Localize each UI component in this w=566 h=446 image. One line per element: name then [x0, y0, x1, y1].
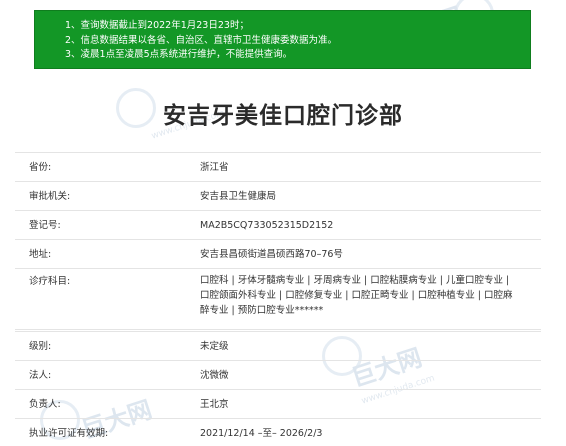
- table-row-registration: 登记号: MA2B5CQ733052315D2152: [15, 211, 541, 240]
- row-label: 负责人:: [29, 399, 61, 410]
- notice-line: 3、凌晨1点至凌晨5点系统进行维护，不能提供查询。: [65, 49, 293, 60]
- details-table: 省份: 浙江省 审批机关: 安吉县卫生健康局 登记号: MA2B5CQ73305…: [15, 152, 541, 446]
- row-value: 安吉县卫生健康局: [200, 191, 277, 202]
- row-label: 诊疗科目:: [29, 276, 71, 287]
- row-value: 安吉县昌硕街道昌硕西路70–76号: [200, 249, 343, 260]
- table-row-authority: 审批机关: 安吉县卫生健康局: [15, 182, 541, 211]
- row-value: 王北京: [200, 399, 229, 410]
- notice-line: 1、查询数据截止到2022年1月23日23时；: [65, 20, 249, 31]
- row-value: 浙江省: [200, 162, 229, 173]
- table-row-level: 级别: 未定级: [15, 332, 541, 361]
- notice-line: 2、信息数据结果以各省、自治区、直辖市卫生健康委数据为准。: [65, 34, 338, 46]
- row-label: 省份:: [29, 162, 52, 173]
- table-row-legal-person: 法人: 沈微微: [15, 361, 541, 390]
- page-title: 安吉牙美佳口腔门诊部: [163, 103, 403, 129]
- table-row-license-validity: 执业许可证有效期: 2021/12/14 –至– 2026/2/3: [15, 419, 541, 446]
- table-row-address: 地址: 安吉县昌硕街道昌硕西路70–76号: [15, 240, 541, 269]
- row-value: 口腔科 | 牙体牙髓病专业 | 牙周病专业 | 口腔粘膜病专业 | 儿童口腔专业…: [200, 275, 513, 316]
- row-label: 法人:: [29, 370, 52, 381]
- row-value: 沈微微: [200, 370, 229, 381]
- row-label: 登记号:: [29, 220, 61, 231]
- row-value: MA2B5CQ733052315D2152: [200, 220, 334, 231]
- table-row-scope: 诊疗科目: 口腔科 | 牙体牙髓病专业 | 牙周病专业 | 口腔粘膜病专业 | …: [15, 269, 541, 330]
- row-label: 审批机关:: [29, 191, 71, 202]
- row-value: 2021/12/14 –至– 2026/2/3: [200, 428, 323, 439]
- row-label: 执业许可证有效期:: [29, 428, 109, 439]
- notice-banner: 1、查询数据截止到2022年1月23日23时； 2、信息数据结果以各省、自治区、…: [34, 10, 531, 69]
- row-value: 未定级: [200, 341, 229, 352]
- row-label: 级别:: [29, 341, 52, 352]
- table-row-manager: 负责人: 王北京: [15, 390, 541, 419]
- row-label: 地址:: [29, 249, 52, 260]
- table-row-province: 省份: 浙江省: [15, 153, 541, 182]
